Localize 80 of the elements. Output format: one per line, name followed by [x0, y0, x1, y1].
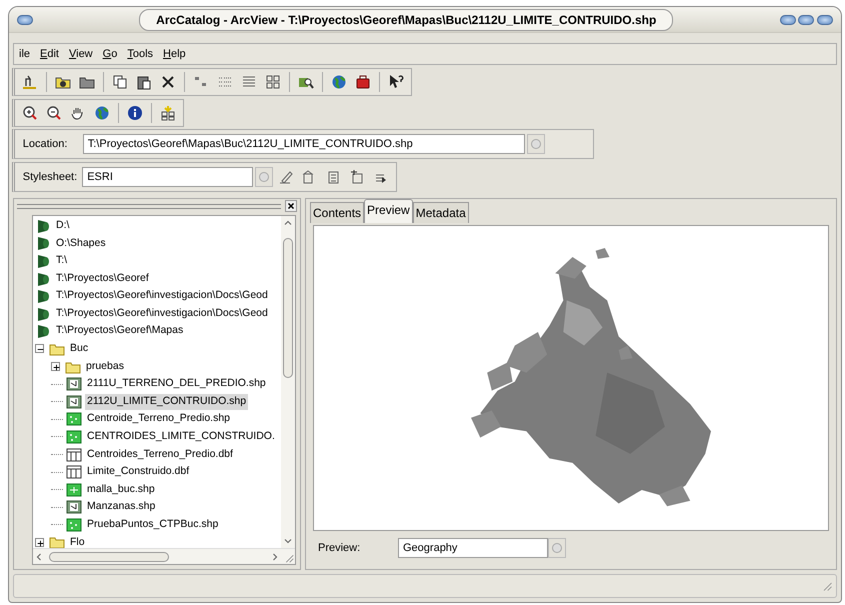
zoom-out-icon	[46, 104, 62, 120]
tree-item[interactable]: CENTROIDES_LIMITE_CONSTRUIDO.	[85, 429, 277, 445]
line-layer-icon	[66, 376, 82, 392]
menu-item[interactable]: View	[64, 46, 98, 62]
tree-item[interactable]: Centroides_Terreno_Predio.dbf	[85, 446, 235, 462]
maximize-button[interactable]	[798, 14, 814, 24]
stylesheet-label: Stylesheet:	[22, 170, 78, 185]
paste-icon	[136, 74, 152, 90]
tree-item[interactable]: pruebas	[84, 358, 126, 374]
point-layer-icon	[66, 411, 82, 428]
tree-item[interactable]: T:\	[54, 253, 70, 269]
tab[interactable]: Contents	[310, 202, 364, 223]
thumbnails-icon	[264, 74, 281, 90]
tree-item[interactable]: Buc	[68, 341, 90, 357]
line-layer-icon	[66, 394, 82, 410]
tree-item[interactable]: D:\	[54, 218, 72, 234]
folder-connection-icon	[35, 306, 51, 322]
globe-icon	[330, 74, 347, 90]
window-title: ArcCatalog - ArcView - T:\Proyectos\Georef\Mapas\Buc\2112U_LIMITE_CONTRUIDO.shp	[139, 8, 674, 30]
tree-item[interactable]: PruebaPuntos_CTPBuc.shp	[85, 517, 220, 533]
tree-item[interactable]: Manzanas.shp	[85, 499, 158, 516]
identify-icon	[126, 104, 143, 120]
point-layer-icon	[66, 516, 82, 533]
edit-stylesheet-icon	[278, 169, 294, 185]
tree-item[interactable]: Limite_Construido.dbf	[85, 464, 192, 480]
tree-item[interactable]: 2112U_LIMITE_CONTRUIDO.shp	[85, 394, 248, 410]
menu-item[interactable]: ile	[14, 46, 36, 62]
folder-connection-icon	[35, 270, 51, 287]
globe-icon	[94, 104, 110, 120]
line-layer-icon	[66, 499, 82, 516]
tree-item[interactable]: Flo	[68, 534, 87, 548]
expand-icon	[52, 363, 61, 372]
folder-connection-icon	[35, 288, 51, 304]
horizontal-scrollbar[interactable]	[33, 548, 295, 564]
folder-connection-icon	[35, 235, 51, 252]
resize-grip-icon	[821, 580, 833, 592]
tree-item[interactable]: Centroide_Terreno_Predio.shp	[85, 411, 232, 428]
add-icon	[348, 169, 365, 185]
close-button[interactable]	[817, 14, 833, 24]
expand-toggle[interactable]	[51, 362, 60, 372]
tree-item[interactable]: T:\Proyectos\Georef\investigacion\Docs\Geod	[54, 306, 270, 322]
tree-item[interactable]: T:\Proyectos\Georef\Mapas	[54, 323, 186, 340]
copy-icon	[112, 74, 128, 90]
menu-item[interactable]: Go	[98, 46, 122, 62]
menu-item[interactable]: Help	[158, 46, 191, 62]
tree-item[interactable]: O:\Shapes	[54, 236, 108, 252]
table-icon	[66, 446, 82, 463]
stylesheet-field[interactable]: ESRI	[82, 167, 253, 187]
point-layer-icon	[66, 428, 82, 445]
zoom-in-icon	[22, 104, 38, 120]
vertical-scrollbar[interactable]	[281, 216, 295, 548]
close-icon	[287, 202, 295, 210]
delete-icon	[160, 74, 176, 90]
window-menu-button[interactable]	[17, 14, 33, 24]
tree-item[interactable]: malla_buc.shp	[85, 482, 157, 498]
folder-connection-icon	[35, 323, 51, 340]
location-field[interactable]: T:\Proyectos\Georef\Mapas\Buc\2112U_LIMITE_CONTRUIDO.shp	[82, 134, 525, 154]
expand-toggle[interactable]	[35, 538, 44, 547]
close-panel-button[interactable]	[285, 200, 297, 212]
expand-icon	[36, 538, 45, 548]
preview-type-field[interactable]: Geography	[398, 538, 548, 558]
folder-connection-icon	[35, 218, 51, 234]
table-icon	[66, 464, 82, 480]
toolbox-icon	[354, 74, 371, 90]
tab[interactable]: Metadata	[412, 202, 469, 223]
menu-item[interactable]: Tools	[122, 46, 158, 62]
tab[interactable]: Preview	[364, 199, 413, 223]
tree-item[interactable]: T:\Proyectos\Georef	[54, 270, 151, 286]
help-pointer-icon	[388, 74, 404, 90]
thumbnail-icon	[160, 104, 176, 120]
expand-toggle[interactable]	[35, 344, 44, 354]
preview-label: Preview:	[318, 540, 362, 556]
location-label: Location:	[22, 137, 68, 152]
tree-item[interactable]: T:\Proyectos\Georef\investigacion\Docs\Geod	[54, 288, 270, 304]
folder-connection-icon	[35, 252, 51, 269]
tree-item[interactable]: 2111U_TERRENO_DEL_PREDIO.shp	[85, 376, 268, 392]
minimize-button[interactable]	[780, 14, 796, 24]
menu-item[interactable]: Edit	[35, 46, 64, 62]
grid-layer-icon	[66, 482, 82, 498]
up-folder-icon	[22, 74, 38, 90]
